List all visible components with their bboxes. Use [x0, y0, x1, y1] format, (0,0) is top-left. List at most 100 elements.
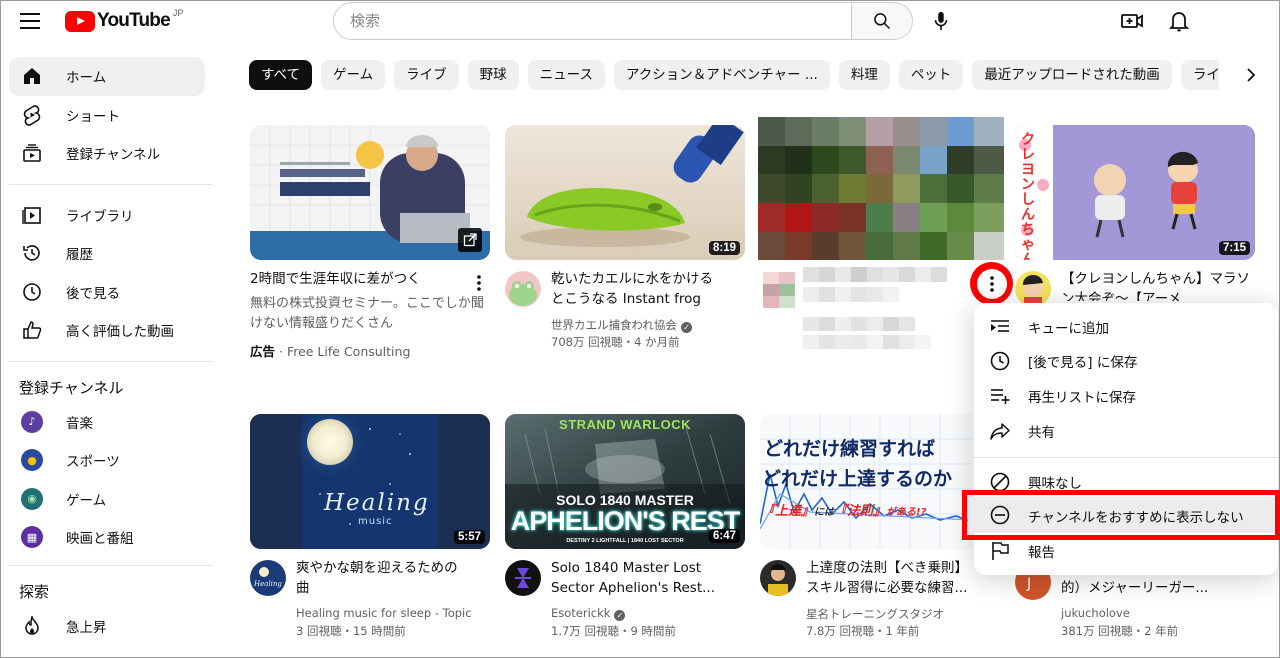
- microphone-icon: [934, 11, 948, 31]
- chip-baseball[interactable]: 野球: [467, 60, 519, 90]
- ad-thumbnail-art: [250, 125, 490, 260]
- sidebar-item-music[interactable]: ♪ 音楽: [9, 403, 205, 442]
- sidebar-item-history[interactable]: 履歴: [9, 234, 205, 273]
- channel-name-text: 世界カエル捕食われ協会: [551, 318, 677, 332]
- channel-name[interactable]: 星名トレーニングスタジオ: [806, 606, 944, 622]
- more-actions-button[interactable]: [467, 271, 491, 295]
- sidebar-item-subscriptions[interactable]: 登録チャンネル: [9, 134, 205, 173]
- blurred-channel-avatar: [763, 272, 795, 308]
- chips-next-button[interactable]: [1237, 61, 1265, 89]
- video-thumbnail[interactable]: クレヨンしんちゃん 7:15: [1015, 125, 1255, 260]
- video-title[interactable]: 乾いたカエルに水をかけるとこうなる Instant frog -...: [551, 269, 721, 309]
- chip-cooking[interactable]: 料理: [838, 60, 890, 90]
- video-title[interactable]: Solo 1840 Master Lost Sector Aphelion's …: [551, 558, 721, 598]
- sidebar-item-liked-videos[interactable]: 高く評価した動画: [9, 311, 205, 350]
- ad-title[interactable]: 2時間で生涯年収に差がつく: [250, 269, 465, 289]
- queue-icon: [988, 315, 1012, 339]
- ad-info: 広告 · Free Life Consulting: [250, 344, 411, 359]
- ad-description: 無料の株式投資セミナー。ここでしか聞けない情報盛りだくさん: [250, 296, 484, 331]
- sidebar-item-shorts[interactable]: ショート: [9, 96, 205, 135]
- channel-avatar[interactable]: [505, 560, 541, 596]
- blurred-title: [803, 267, 947, 349]
- sidebar-item-gaming[interactable]: ◉ ゲーム: [9, 480, 205, 519]
- channel-name[interactable]: jukucholove: [1061, 606, 1130, 620]
- chip-live[interactable]: ライブ: [394, 60, 459, 90]
- sidebar-divider: [9, 564, 213, 566]
- channel-name[interactable]: 世界カエル捕食われ協会 ✓: [551, 317, 692, 333]
- channel-avatar[interactable]: [1015, 271, 1051, 307]
- more-actions-button-highlighted[interactable]: [970, 262, 1013, 305]
- clock-icon: [21, 281, 43, 303]
- sidebar-item-label: ゲーム: [66, 492, 107, 509]
- voice-search-button[interactable]: [926, 6, 956, 36]
- chip-all[interactable]: すべて: [249, 60, 313, 90]
- advertiser-name[interactable]: Free Life Consulting: [287, 344, 410, 359]
- menu-item-label: 興味なし: [1028, 476, 1082, 492]
- search-box: [333, 2, 913, 40]
- channel-name[interactable]: Esoterickk ✓: [551, 606, 626, 621]
- menu-item-save-to-playlist[interactable]: 再生リストに保存: [974, 379, 1278, 413]
- sidebar-item-home[interactable]: ホーム: [9, 57, 205, 96]
- search-button[interactable]: [852, 2, 913, 40]
- sidebar-item-library[interactable]: ライブラリ: [9, 196, 205, 235]
- sidebar-item-label: ホーム: [66, 70, 107, 87]
- sidebar-item-watch-later[interactable]: 後で見る: [9, 273, 205, 312]
- external-link-icon[interactable]: [458, 228, 482, 252]
- chip-pets[interactable]: ペット: [898, 60, 964, 90]
- clock-icon: [988, 349, 1012, 373]
- channel-name[interactable]: Healing music for sleep - Topic: [296, 606, 472, 620]
- flag-icon: [988, 539, 1012, 563]
- youtube-logo[interactable]: YouTube JP: [65, 8, 184, 32]
- channel-avatar[interactable]: Healing: [250, 560, 286, 596]
- menu-icon[interactable]: [20, 13, 40, 29]
- video-thumbnail[interactable]: [250, 125, 490, 260]
- menu-item-save-watch-later[interactable]: [後で見る] に保存: [974, 344, 1278, 378]
- video-title[interactable]: 爽やかな朝を迎えるための曲: [296, 558, 466, 598]
- anime-thumbnail-art: [1015, 125, 1255, 260]
- movies-channel-avatar: ▦: [21, 526, 43, 549]
- top-bar: YouTube JP: [1, 1, 1280, 43]
- chip-live-2[interactable]: ライ: [1180, 60, 1219, 90]
- sidebar-item-label: ショート: [66, 108, 120, 125]
- menu-item-add-to-queue[interactable]: キューに追加: [974, 310, 1278, 344]
- video-thumbnail[interactable]: どれだけ練習すれば どれだけ上達するのか 『上達』には『法則』がある!?: [760, 414, 972, 549]
- channel-avatar[interactable]: [505, 271, 541, 307]
- create-video-icon: [1121, 14, 1143, 28]
- sidebar-item-trending[interactable]: 急上昇: [9, 607, 205, 646]
- sidebar-item-label: 映画と番組: [66, 531, 134, 548]
- video-title[interactable]: 的）メジャーリーガー...: [1061, 578, 1255, 598]
- video-thumbnail[interactable]: Healing music 5:57: [250, 414, 490, 549]
- thumbnail-title-text: クレヨンしんちゃん: [1021, 132, 1035, 261]
- video-title[interactable]: 【クレヨンしんちゃん】マラソン大会ぞ〜【アーメ: [1061, 269, 1255, 301]
- notifications-button[interactable]: [1166, 8, 1192, 34]
- chip-action-adventure[interactable]: アクション＆アドベンチャー ...: [613, 60, 830, 90]
- menu-item-share[interactable]: 共有: [974, 414, 1278, 448]
- bell-icon: [1169, 12, 1189, 32]
- video-thumbnail-blurred[interactable]: [758, 117, 1004, 260]
- chip-news[interactable]: ニュース: [527, 60, 605, 90]
- chip-recently-uploaded[interactable]: 最近アップロードされた動画: [972, 60, 1172, 90]
- playlist-add-icon: [988, 384, 1012, 408]
- music-channel-avatar: ♪: [21, 410, 43, 433]
- search-input[interactable]: [333, 2, 853, 40]
- logo-region: JP: [172, 8, 184, 18]
- sidebar-item-sports[interactable]: ● スポーツ: [9, 441, 205, 480]
- video-title[interactable]: 上達度の法則【べき乗則】スキル習得に必要な練習...: [806, 558, 976, 598]
- video-thumbnail[interactable]: STRAND WARLOCK SOLO 1840 MASTER APHELION…: [505, 414, 745, 549]
- sidebar-item-label: ライブラリ: [66, 208, 134, 225]
- thumb-particle: には: [814, 507, 835, 518]
- video-duration: 5:57: [453, 530, 485, 544]
- create-button[interactable]: [1119, 8, 1145, 34]
- annotation-highlight-box: [962, 490, 1280, 540]
- sidebar-item-movies[interactable]: ▦ 映画と番組: [9, 518, 205, 557]
- night-sky-thumbnail-art: [250, 414, 490, 549]
- video-thumbnail[interactable]: 8:19: [505, 125, 745, 260]
- channel-avatar[interactable]: [760, 560, 796, 596]
- thumb-term-1: 『上達』: [762, 504, 815, 519]
- menu-item-label: キューに追加: [1028, 321, 1109, 337]
- chip-gaming[interactable]: ゲーム: [321, 60, 386, 90]
- video-stats: 708万 回視聴・4 か月前: [551, 335, 680, 349]
- subscriptions-heading: 登録チャンネル: [19, 378, 124, 397]
- sidebar-divider: [9, 183, 213, 185]
- video-duration: 6:47: [708, 529, 740, 543]
